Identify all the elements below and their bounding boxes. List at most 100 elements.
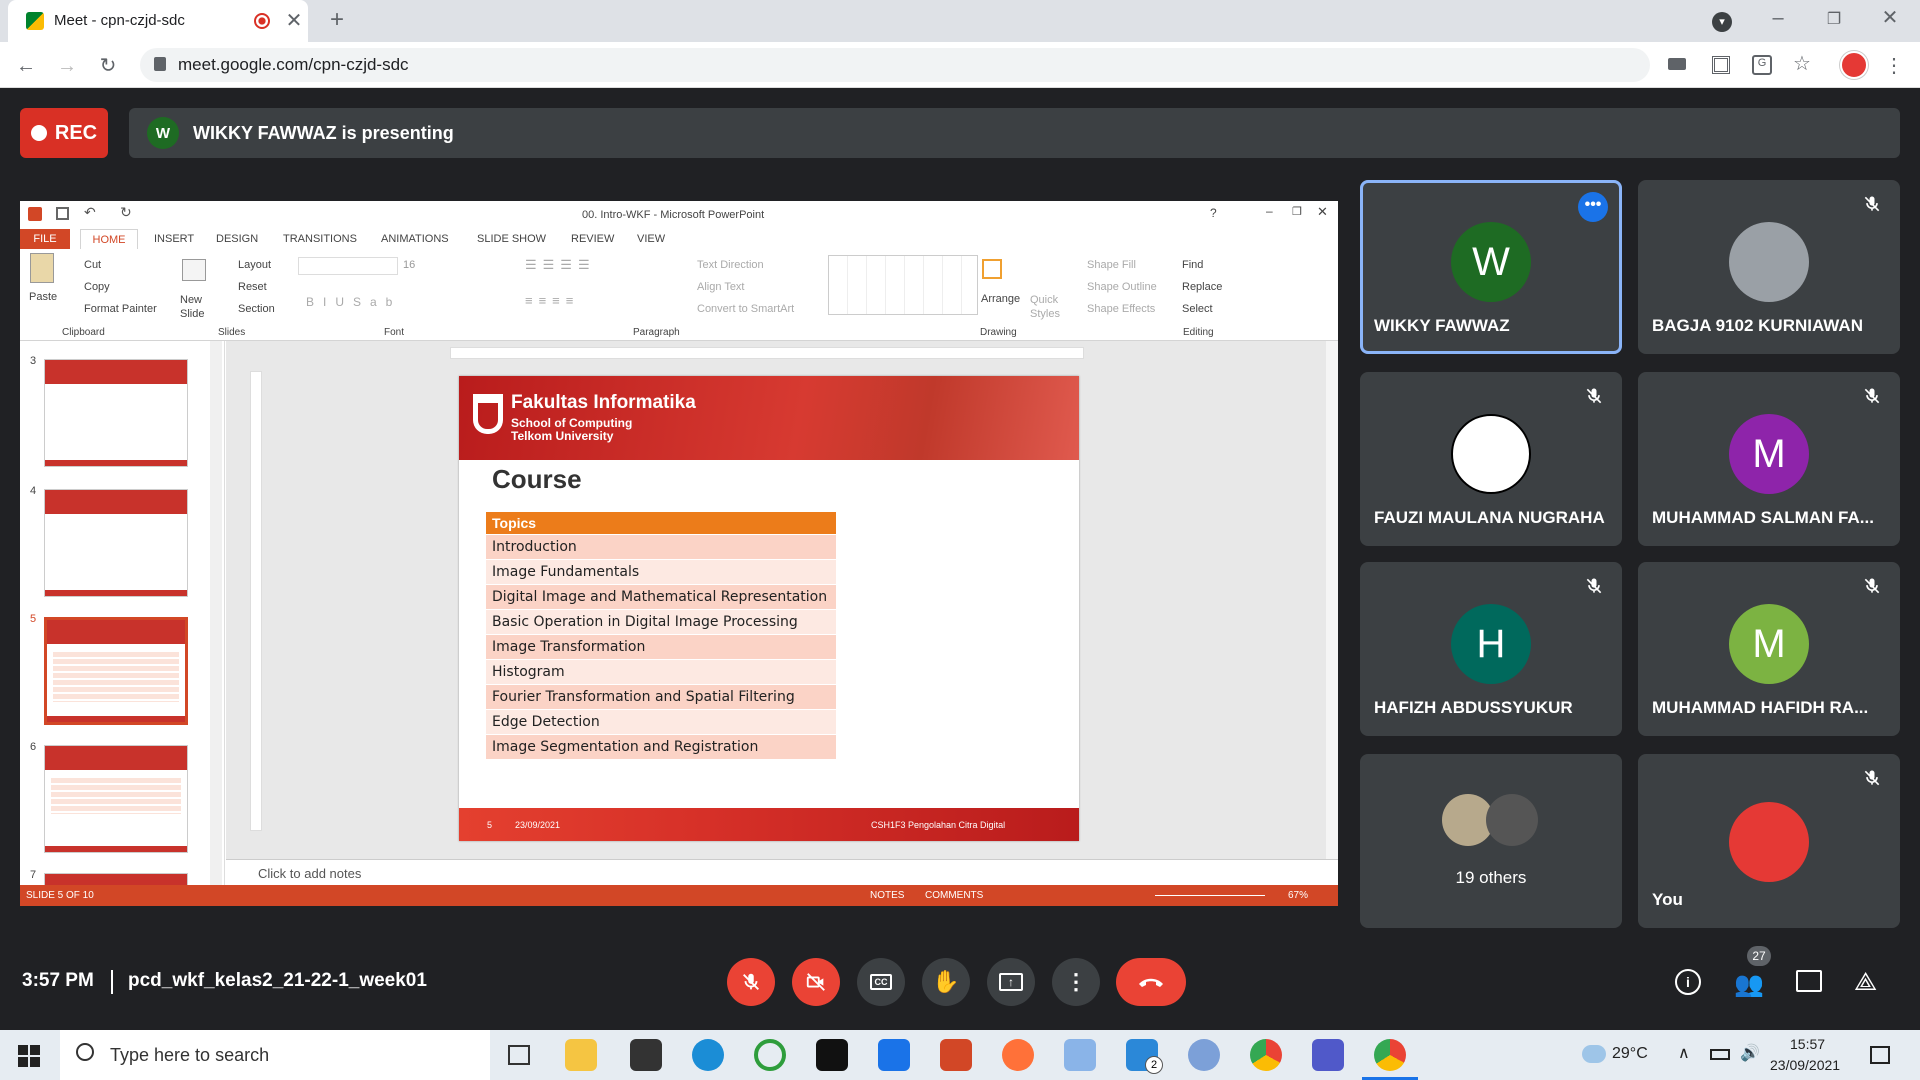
- font-size-box[interactable]: 16: [403, 259, 415, 271]
- shape-fill-button[interactable]: Shape Fill: [1087, 259, 1136, 271]
- participant-tile[interactable]: BAGJA 9102 KURNIAWAN: [1638, 180, 1900, 354]
- clock-time[interactable]: 15:57: [1790, 1036, 1825, 1052]
- profile-avatar[interactable]: [1840, 51, 1868, 79]
- new-slide-button[interactable]: New Slide: [180, 293, 210, 321]
- tab-view[interactable]: VIEW: [637, 233, 665, 245]
- editor-scrollbar[interactable]: [1326, 341, 1338, 859]
- tab-file[interactable]: FILE: [20, 229, 70, 249]
- file-explorer-icon[interactable]: [565, 1039, 597, 1071]
- camera-off-button[interactable]: [792, 958, 840, 1006]
- raise-hand-button[interactable]: ✋: [922, 958, 970, 1006]
- notifications-icon[interactable]: [1870, 1046, 1890, 1064]
- find-button[interactable]: Find: [1182, 259, 1203, 271]
- address-bar[interactable]: meet.google.com/cpn-czjd-sdc: [140, 48, 1650, 82]
- windows-start-icon[interactable]: [18, 1045, 40, 1067]
- tab-design[interactable]: DESIGN: [216, 233, 258, 245]
- speaker-icon[interactable]: 🔊: [1740, 1043, 1760, 1063]
- copy-button[interactable]: Copy: [84, 281, 110, 293]
- quick-styles-button[interactable]: Quick Styles: [1030, 293, 1064, 321]
- save-icon[interactable]: [56, 207, 69, 220]
- paste-icon[interactable]: [30, 253, 54, 283]
- reset-button[interactable]: Reset: [238, 281, 267, 293]
- close-window-icon[interactable]: ✕: [1878, 6, 1902, 30]
- clock-date[interactable]: 23/09/2021: [1770, 1057, 1840, 1073]
- back-icon[interactable]: ←: [14, 54, 38, 78]
- arrange-button[interactable]: Arrange: [981, 293, 1020, 305]
- thumbs-scrollbar[interactable]: [210, 341, 222, 885]
- shape-outline-button[interactable]: Shape Outline: [1087, 281, 1157, 293]
- undo-icon[interactable]: ↶: [84, 204, 96, 221]
- tab-review[interactable]: REVIEW: [571, 233, 614, 245]
- camera-in-use-icon[interactable]: [1668, 58, 1686, 70]
- tab-transitions[interactable]: TRANSITIONS: [283, 233, 357, 245]
- select-button[interactable]: Select: [1182, 303, 1213, 315]
- forward-icon[interactable]: →: [55, 54, 79, 78]
- bullets-icons[interactable]: ☰☰☰☰: [525, 257, 596, 273]
- shape-effects-button[interactable]: Shape Effects: [1087, 303, 1155, 315]
- notion-icon[interactable]: [816, 1039, 848, 1071]
- close-tab-icon[interactable]: ✕: [282, 9, 306, 33]
- chrome-profile-icon[interactable]: [1374, 1039, 1406, 1071]
- font-format-icons[interactable]: BIUSab: [306, 295, 401, 309]
- layout-button[interactable]: Layout: [238, 259, 271, 271]
- slide-canvas[interactable]: Fakultas Informatika School of Computing…: [459, 376, 1079, 841]
- edge-icon[interactable]: [692, 1039, 724, 1071]
- reload-icon[interactable]: ↻: [96, 54, 120, 78]
- participant-tile[interactable]: FAUZI MAULANA NUGRAHA: [1360, 372, 1622, 546]
- present-button[interactable]: ↑: [987, 958, 1035, 1006]
- tab-home[interactable]: HOME: [80, 229, 138, 250]
- more-options-button[interactable]: ⋮: [1052, 958, 1100, 1006]
- zoom-level[interactable]: 67%: [1288, 890, 1308, 901]
- participant-tile[interactable]: H HAFIZH ABDUSSYUKUR: [1360, 562, 1622, 736]
- tab-slide-show[interactable]: SLIDE SHOW: [477, 233, 546, 245]
- comments-button[interactable]: COMMENTS: [925, 890, 983, 901]
- text-direction-button[interactable]: Text Direction: [697, 259, 764, 271]
- section-button[interactable]: Section: [238, 303, 275, 315]
- new-tab-icon[interactable]: +: [325, 8, 349, 32]
- browser-menu-icon[interactable]: ⋮: [1882, 54, 1906, 78]
- ppt-minimize-icon[interactable]: –: [1266, 204, 1273, 218]
- paste-button[interactable]: Paste: [29, 291, 57, 303]
- more-options-icon[interactable]: •••: [1578, 192, 1608, 222]
- notes-pane[interactable]: Click to add notes: [226, 859, 1338, 885]
- maximize-icon[interactable]: ❐: [1822, 8, 1846, 32]
- participant-tile[interactable]: You: [1638, 754, 1900, 928]
- new-slide-icon[interactable]: [182, 259, 206, 281]
- battery-icon[interactable]: [1710, 1049, 1730, 1060]
- minimize-icon[interactable]: –: [1766, 6, 1790, 30]
- tab-animations[interactable]: ANIMATIONS: [381, 233, 449, 245]
- powerpoint-icon[interactable]: [940, 1039, 972, 1071]
- tab-insert[interactable]: INSERT: [154, 233, 194, 245]
- people-icon[interactable]: 👥: [1734, 970, 1764, 999]
- format-painter-button[interactable]: Format Painter: [84, 303, 157, 315]
- meeting-details-icon[interactable]: i: [1675, 969, 1701, 995]
- slide-thumbnail[interactable]: [44, 359, 188, 467]
- zoom-slider[interactable]: [1155, 895, 1265, 896]
- r-app-icon[interactable]: [1188, 1039, 1220, 1071]
- participant-tile[interactable]: M MUHAMMAD HAFIDH RA...: [1638, 562, 1900, 736]
- replace-button[interactable]: Replace: [1182, 281, 1222, 293]
- store-icon[interactable]: [630, 1039, 662, 1071]
- cut-button[interactable]: Cut: [84, 259, 101, 271]
- slide-thumbnail[interactable]: [44, 745, 188, 853]
- align-icons[interactable]: ≡≡≡≡: [525, 293, 579, 308]
- activities-icon[interactable]: ⟁: [1854, 966, 1877, 998]
- taskbar-search[interactable]: Type here to search: [60, 1030, 490, 1080]
- temperature[interactable]: 29°C: [1612, 1045, 1648, 1063]
- tray-chevron-icon[interactable]: ∧: [1678, 1043, 1690, 1063]
- paint-icon[interactable]: [1064, 1039, 1096, 1071]
- bookmark-star-icon[interactable]: ☆: [1790, 52, 1814, 76]
- arrange-icon[interactable]: [982, 259, 1002, 279]
- task-view-icon[interactable]: [508, 1045, 530, 1065]
- app-green-ring-icon[interactable]: [754, 1039, 786, 1071]
- translate-icon[interactable]: G: [1752, 55, 1772, 75]
- font-name-box[interactable]: [298, 257, 398, 275]
- participant-tile[interactable]: W WIKKY FAWWAZ •••: [1360, 180, 1622, 354]
- ppt-restore-icon[interactable]: ❐: [1292, 205, 1302, 218]
- participant-tile[interactable]: 19 others: [1360, 754, 1622, 928]
- slide-thumbnail[interactable]: [44, 489, 188, 597]
- participant-tile[interactable]: M MUHAMMAD SALMAN FA...: [1638, 372, 1900, 546]
- leave-call-button[interactable]: [1116, 958, 1186, 1006]
- convert-smartart-button[interactable]: Convert to SmartArt: [697, 303, 794, 315]
- tab-search-icon[interactable]: ▾: [1712, 12, 1732, 32]
